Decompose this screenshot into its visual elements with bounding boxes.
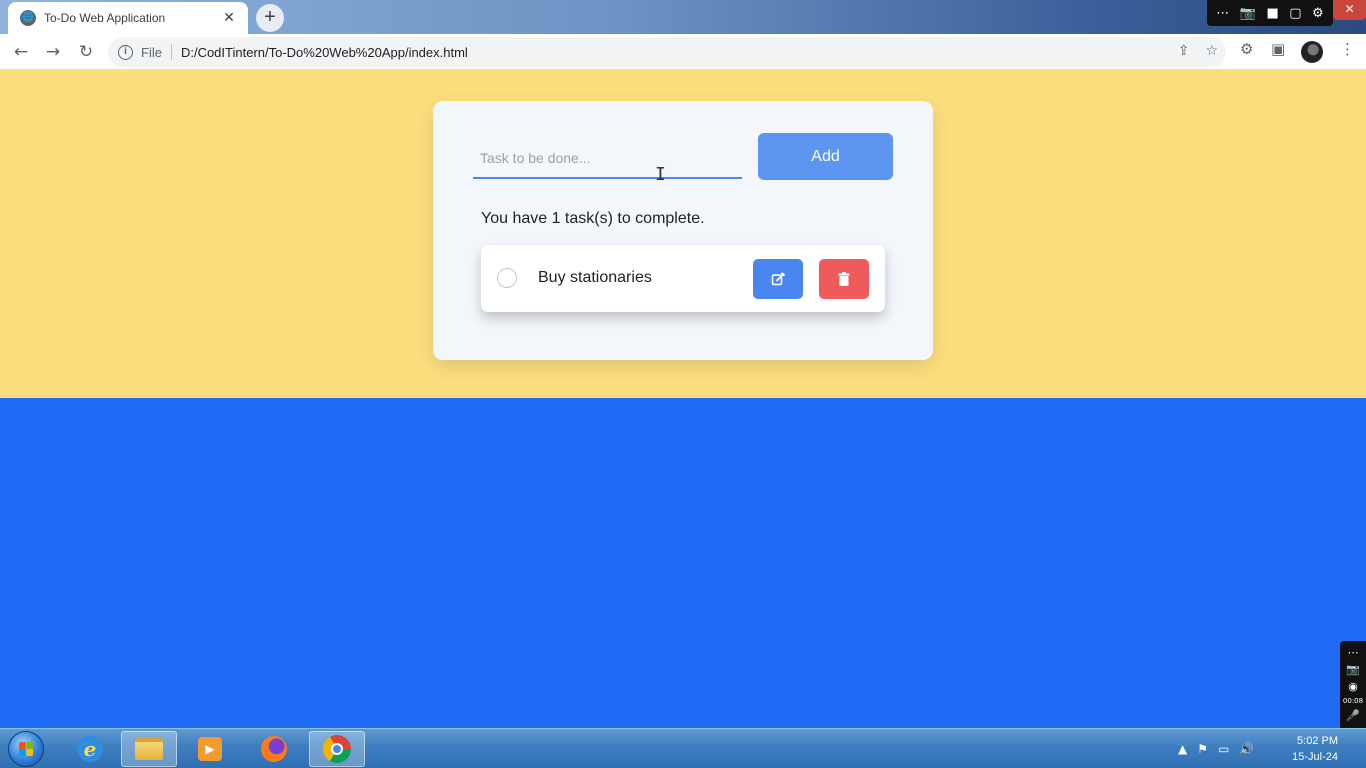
separator	[170, 44, 172, 60]
trash-icon	[838, 272, 850, 286]
address-bar[interactable]: i File D:/CodITintern/To-Do%20Web%20App/…	[108, 37, 1226, 67]
settings-icon[interactable]: ⚙	[1312, 6, 1324, 21]
globe-icon: 🌐	[20, 10, 36, 26]
more-icon[interactable]: ⋯	[1216, 6, 1229, 21]
text-cursor-icon: I	[655, 164, 666, 185]
record-icon[interactable]: ◉	[1348, 678, 1358, 695]
page-viewport: I Add You have 1 task(s) to complete. Bu…	[0, 70, 1366, 728]
action-center-icon[interactable]: ⚑	[1197, 742, 1208, 756]
info-icon[interactable]: i	[118, 44, 133, 60]
bookmark-star-icon[interactable]: ☆	[1205, 43, 1218, 59]
new-tab-button[interactable]: +	[256, 4, 284, 32]
todo-card: I Add You have 1 task(s) to complete. Bu…	[433, 101, 933, 360]
background-bottom	[0, 398, 1366, 728]
firefox-taskbar-button[interactable]	[246, 731, 302, 767]
recording-time: 00:08	[1342, 697, 1364, 705]
system-tray: ▲ ⚑ ▭ 🔊	[1178, 729, 1254, 768]
system-clock[interactable]: 5:02 PM 15-Jul-24	[1278, 733, 1338, 765]
share-icon[interactable]: ⇪	[1178, 43, 1190, 59]
back-icon[interactable]: ←	[9, 40, 33, 64]
edit-task-button[interactable]	[753, 259, 803, 299]
microphone-icon[interactable]: 🎤	[1346, 707, 1360, 724]
delete-task-button[interactable]	[819, 259, 869, 299]
add-button[interactable]: Add	[758, 133, 893, 180]
close-tab-icon[interactable]: ✕	[220, 10, 238, 26]
browser-menu-icon[interactable]: ⋮	[1340, 40, 1355, 58]
task-label: Buy stationaries	[538, 269, 652, 286]
camera-icon[interactable]: 📷	[1240, 6, 1256, 21]
chrome-icon	[323, 735, 351, 763]
file-explorer-taskbar-button[interactable]	[121, 731, 177, 767]
volume-icon[interactable]: 🔊	[1239, 742, 1254, 756]
tab-title: To-Do Web Application	[44, 11, 166, 25]
task-input[interactable]	[473, 139, 742, 179]
show-hidden-icons-icon[interactable]: ▲	[1178, 742, 1187, 756]
window-icon[interactable]: ▢	[1289, 6, 1301, 21]
browser-tab[interactable]: 🌐 To-Do Web Application ✕	[8, 2, 248, 34]
media-player-icon: ▶	[198, 737, 222, 761]
window-close-button[interactable]: ✕	[1333, 0, 1366, 20]
camera-icon[interactable]: 📷	[1346, 661, 1360, 678]
task-complete-radio[interactable]	[497, 268, 517, 288]
firefox-icon	[261, 736, 287, 762]
edit-icon	[771, 272, 785, 286]
browser-tabstrip: 🌐 To-Do Web Application ✕ +	[0, 0, 1366, 34]
url-text[interactable]: D:/CodITintern/To-Do%20Web%20App/index.h…	[181, 45, 468, 60]
internet-explorer-icon: e	[77, 736, 103, 762]
scheme-label: File	[141, 44, 162, 60]
media-player-taskbar-button[interactable]: ▶	[182, 731, 238, 767]
network-icon[interactable]: ▭	[1218, 742, 1229, 756]
task-count-text: You have 1 task(s) to complete.	[481, 210, 705, 227]
screen-recorder-toolbar: ⋯ 📷 ■ ▢ ⚙	[1207, 0, 1333, 26]
clock-time: 5:02 PM	[1297, 735, 1338, 747]
clock-date: 15-Jul-24	[1292, 751, 1338, 763]
folder-icon	[135, 738, 163, 760]
internet-explorer-taskbar-button[interactable]: e	[62, 731, 118, 767]
browser-toolbar: ← → ↻ i File D:/CodITintern/To-Do%20Web%…	[0, 34, 1366, 70]
extensions-icon[interactable]: ⚙	[1240, 40, 1253, 58]
profile-avatar[interactable]	[1301, 41, 1323, 63]
more-icon[interactable]: ⋯	[1348, 644, 1359, 661]
forward-icon[interactable]: →	[41, 40, 65, 64]
task-item: Buy stationaries	[481, 245, 885, 312]
start-button[interactable]	[8, 731, 44, 767]
reload-icon[interactable]: ↻	[74, 40, 98, 64]
taskbar: e ▶ ▲ ⚑ ▭ 🔊 5:02 PM 15-Jul-24	[0, 728, 1366, 768]
recorder-widget: ⋯ 📷 ◉ 00:08 🎤	[1340, 641, 1366, 728]
video-icon[interactable]: ■	[1266, 6, 1278, 21]
chrome-taskbar-button[interactable]	[309, 731, 365, 767]
side-panel-icon[interactable]: ▣	[1271, 40, 1285, 58]
